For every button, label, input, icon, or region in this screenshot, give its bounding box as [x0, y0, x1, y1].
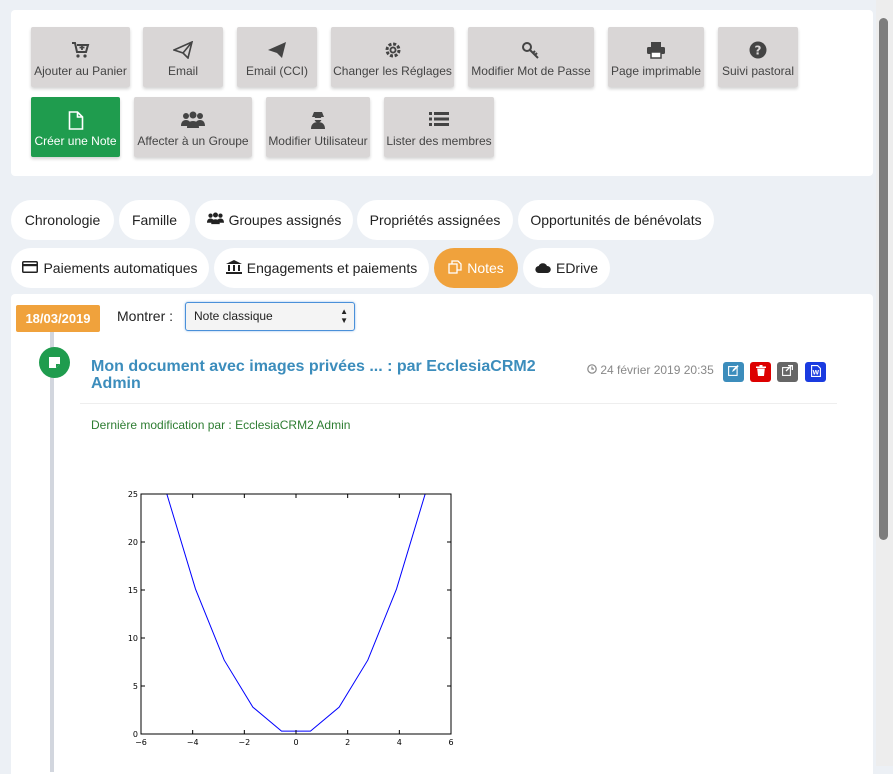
clock-icon — [587, 363, 600, 377]
chart-y-tick-label: 15 — [128, 586, 138, 595]
tab-notes-label: Notes — [467, 260, 504, 276]
key-icon — [468, 41, 594, 59]
chart-y-tick-label: 20 — [128, 538, 138, 547]
users-icon — [134, 111, 252, 129]
tab-edrive[interactable]: EDrive — [523, 248, 610, 288]
pastoral-care-label: Suivi pastoral — [718, 64, 798, 78]
modified-by: Dernière modification par : EcclesiaCRM2… — [91, 418, 350, 432]
svg-text:?: ? — [755, 44, 762, 58]
share-icon — [782, 365, 793, 379]
file-icon — [31, 111, 120, 129]
tab-engagements-label: Engagements et paiements — [247, 260, 417, 276]
svg-text:W: W — [812, 369, 819, 376]
gear-icon — [331, 41, 454, 59]
share-note-button[interactable] — [777, 362, 798, 382]
copy-icon — [448, 260, 462, 277]
list-icon — [384, 111, 494, 129]
note-date-text: 24 février 2019 20:35 — [600, 363, 713, 377]
edit-user-button[interactable]: Modifier Utilisateur — [266, 97, 370, 157]
assign-group-label: Affecter à un Groupe — [134, 134, 252, 148]
chart-x-tick-label: 0 — [293, 738, 298, 747]
timeline-line — [50, 332, 54, 772]
trash-icon — [756, 365, 766, 379]
chart-series-line — [167, 494, 425, 731]
change-settings-button[interactable]: Changer les Réglages — [331, 27, 454, 87]
tab-proprietes[interactable]: Propriétés assignées — [357, 200, 513, 240]
email-bcc-label: Email (CCI) — [237, 64, 317, 78]
edit-note-button[interactable] — [723, 362, 744, 382]
printable-page-label: Page imprimable — [608, 64, 704, 78]
bank-icon — [226, 260, 242, 277]
email-label: Email — [143, 64, 223, 78]
tab-opportunites[interactable]: Opportunités de bénévolats — [518, 200, 714, 240]
tab-chronologie[interactable]: Chronologie — [11, 200, 114, 240]
chart-x-tick-label: −6 — [135, 738, 147, 747]
list-members-label: Lister des membres — [384, 134, 494, 148]
date-badge: 18/03/2019 — [16, 305, 100, 332]
email-bcc-button[interactable]: Email (CCI) — [237, 27, 317, 87]
assign-group-button[interactable]: Affecter à un Groupe — [134, 97, 252, 157]
paper-plane-outline-icon — [143, 41, 223, 59]
note-title[interactable]: Mon document avec images privées ... : p… — [91, 358, 571, 392]
chart-plot-frame — [141, 494, 451, 734]
tab-opportunites-label: Opportunités de bénévolats — [530, 212, 701, 228]
question-circle-icon: ? — [718, 41, 798, 59]
word-file-icon: W — [811, 365, 821, 380]
paper-plane-icon — [237, 41, 317, 59]
note-date: 24 février 2019 20:35 — [587, 363, 714, 377]
list-members-button[interactable]: Lister des membres — [384, 97, 494, 157]
delete-note-button[interactable] — [750, 362, 771, 382]
credit-card-icon — [22, 260, 38, 276]
export-word-button[interactable]: W — [805, 362, 826, 382]
chart-x-tick-label: −4 — [187, 738, 199, 747]
note-type-select[interactable]: Note classique ▲▼ — [185, 302, 355, 331]
change-password-button[interactable]: Modifier Mot de Passe — [468, 27, 594, 87]
chart-x-tick-label: 6 — [448, 738, 453, 747]
chart-y-tick-label: 10 — [128, 634, 138, 643]
change-password-label: Modifier Mot de Passe — [468, 64, 594, 78]
pastoral-care-button[interactable]: ? Suivi pastoral — [718, 27, 798, 87]
tab-edrive-label: EDrive — [556, 260, 598, 276]
note-separator — [80, 403, 837, 404]
chart-x-tick-label: 2 — [345, 738, 350, 747]
chart-y-tick-label: 0 — [133, 730, 138, 739]
chart-y-tick-label: 5 — [133, 682, 138, 691]
show-label: Montrer : — [117, 308, 173, 324]
select-arrows-icon: ▲▼ — [340, 307, 348, 325]
tab-famille-label: Famille — [132, 212, 177, 228]
chart-x-tick-label: 4 — [397, 738, 402, 747]
cart-plus-icon — [31, 41, 130, 59]
scrollbar-thumb[interactable] — [879, 18, 888, 540]
user-secret-icon — [266, 111, 370, 129]
tab-notes[interactable]: Notes — [434, 248, 518, 288]
tab-paiements-label: Paiements automatiques — [43, 260, 197, 276]
note-type-value: Note classique — [194, 309, 273, 323]
printable-page-button[interactable]: Page imprimable — [608, 27, 704, 87]
tab-chronologie-label: Chronologie — [25, 212, 101, 228]
add-to-cart-button[interactable]: Ajouter au Panier — [31, 27, 130, 87]
create-note-button[interactable]: Créer une Note — [31, 97, 120, 157]
chart-x-tick-label: −2 — [238, 738, 250, 747]
note-timeline-icon — [39, 347, 70, 378]
users-icon — [207, 212, 224, 228]
tab-groupes[interactable]: Groupes assignés — [195, 200, 353, 240]
tab-groupes-label: Groupes assignés — [229, 212, 342, 228]
edit-user-label: Modifier Utilisateur — [266, 134, 370, 148]
cloud-icon — [535, 260, 551, 276]
note-image-chart: −6 −4 −2 0 2 4 6 0 5 10 15 20 25 — [100, 480, 470, 750]
tab-paiements[interactable]: Paiements automatiques — [11, 248, 209, 288]
printer-icon — [608, 41, 704, 59]
tab-proprietes-label: Propriétés assignées — [370, 212, 501, 228]
tab-engagements[interactable]: Engagements et paiements — [214, 248, 429, 288]
edit-icon — [728, 365, 739, 379]
email-button[interactable]: Email — [143, 27, 223, 87]
add-to-cart-label: Ajouter au Panier — [31, 64, 130, 78]
create-note-label: Créer une Note — [31, 134, 120, 148]
tab-famille[interactable]: Famille — [119, 200, 190, 240]
change-settings-label: Changer les Réglages — [331, 64, 454, 78]
chart-y-tick-label: 25 — [128, 490, 138, 499]
